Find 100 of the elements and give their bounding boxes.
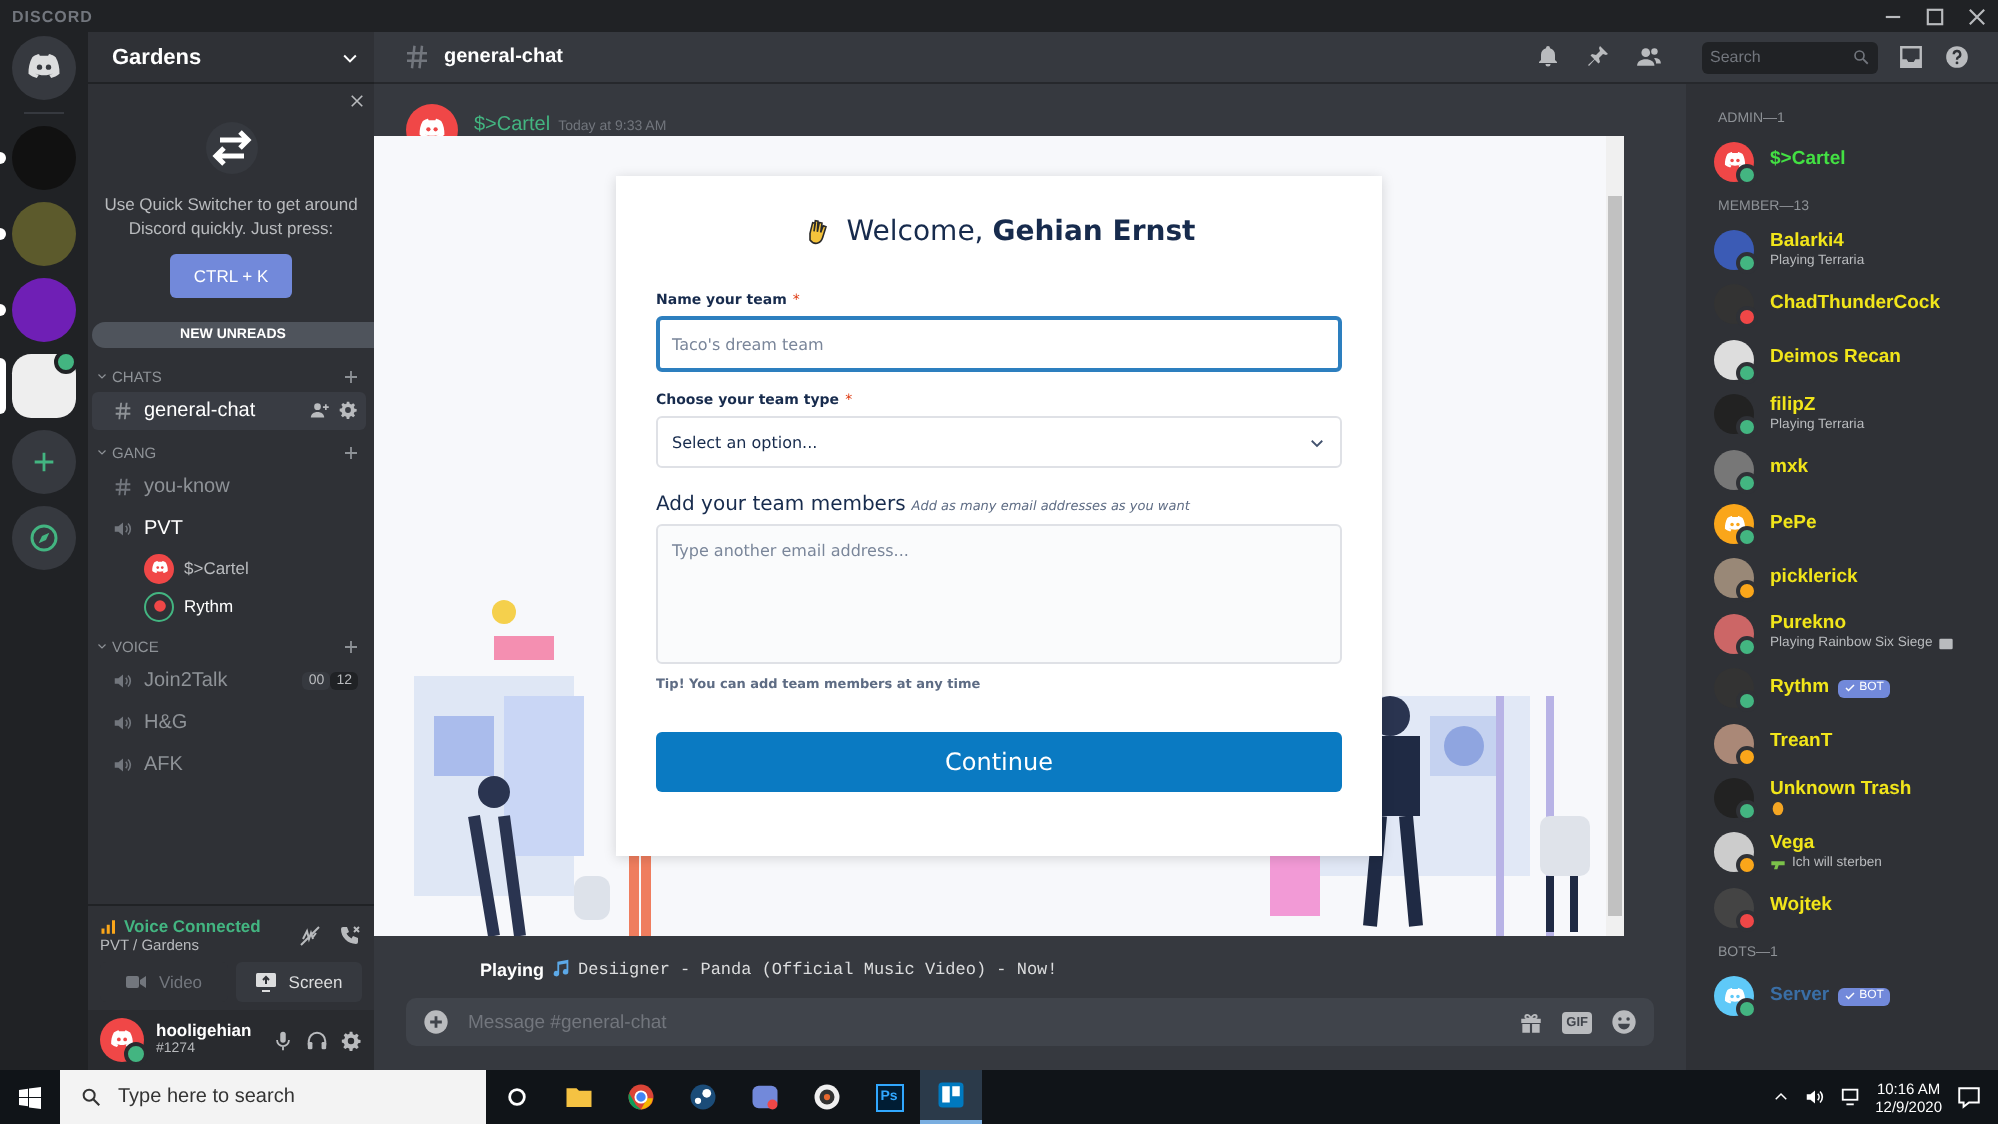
member-name[interactable]: Purekno — [1770, 614, 1847, 637]
voice-user-name[interactable]: Rythm — [184, 596, 234, 617]
notification-icon[interactable] — [1956, 1084, 1982, 1110]
music-note-icon — [550, 958, 573, 980]
plus-icon[interactable] — [342, 637, 360, 656]
add-attachment-icon[interactable] — [422, 1008, 450, 1036]
plus-icon[interactable] — [342, 443, 360, 462]
noise-suppression-icon[interactable] — [298, 923, 322, 947]
hash-icon — [402, 42, 432, 72]
channel-item[interactable]: H&G — [92, 703, 366, 742]
search-icon — [80, 1086, 102, 1108]
channel-title: general-chat — [444, 46, 565, 68]
chevron-down-icon — [96, 446, 108, 459]
home-button[interactable] — [12, 36, 76, 100]
field-label: Add your team members — [656, 494, 906, 516]
check-icon — [1843, 682, 1856, 695]
volume-icon[interactable] — [1803, 1086, 1826, 1108]
explore-button[interactable] — [12, 506, 76, 570]
channel-item[interactable]: general-chat — [92, 391, 366, 430]
inbox-icon[interactable] — [1898, 44, 1924, 70]
member-avatar[interactable] — [1714, 723, 1754, 764]
taskbar-search-field[interactable]: Type here to search — [60, 1070, 486, 1124]
server-icon[interactable] — [12, 354, 76, 418]
member-name[interactable]: Deimos Recan — [1770, 348, 1901, 371]
member-avatar[interactable] — [1714, 976, 1754, 1017]
playing-label: Playing — [480, 959, 545, 979]
channel-item[interactable]: you-know — [92, 467, 366, 506]
notification-bell-icon[interactable] — [1536, 44, 1560, 68]
taskbar-app-button[interactable] — [920, 1070, 982, 1124]
track-title: Desiigner - Panda (Official Music Video) - Now! — [578, 959, 1058, 979]
cortana-circle-icon[interactable] — [506, 1086, 528, 1108]
member-avatar[interactable] — [1714, 339, 1754, 380]
emoji-icon[interactable] — [1610, 1008, 1638, 1036]
search-field[interactable]: Search — [1702, 41, 1878, 73]
username: hooligehian — [156, 1022, 254, 1042]
member-name[interactable]: Wojtek — [1770, 896, 1832, 919]
close-icon[interactable] — [348, 92, 366, 110]
disconnect-icon[interactable] — [338, 923, 362, 947]
member-avatar[interactable] — [1714, 504, 1754, 545]
member-name[interactable]: $>Cartel — [1770, 150, 1846, 173]
member-name[interactable]: mxk — [1770, 458, 1809, 481]
hash-icon — [112, 399, 134, 422]
gift-icon[interactable] — [1518, 1009, 1545, 1035]
pin-icon[interactable] — [1586, 44, 1610, 68]
team-type-dropdown[interactable]: Select an option... — [656, 416, 1342, 468]
continue-button[interactable]: Continue — [656, 732, 1342, 792]
add-server-button[interactable] — [12, 430, 76, 494]
speaker-icon — [112, 517, 134, 540]
trello-icon — [936, 1080, 966, 1110]
speaker-icon — [112, 753, 134, 776]
member-name[interactable]: Balarki4 — [1770, 231, 1844, 254]
member-avatar[interactable] — [1714, 558, 1754, 599]
screen-share-button[interactable]: Screen — [235, 962, 362, 1002]
folder-icon — [564, 1082, 594, 1112]
check-icon — [1843, 990, 1856, 1003]
member-name[interactable]: Rythm — [1770, 677, 1830, 700]
voice-status: Voice Connected — [124, 916, 261, 936]
member-avatar[interactable] — [1714, 394, 1754, 435]
member-avatar[interactable] — [1714, 777, 1754, 818]
member-name[interactable]: picklerick — [1770, 567, 1858, 590]
chevron-down-icon — [96, 370, 108, 383]
user-avatar[interactable] — [100, 1018, 144, 1062]
quick-switcher-text: Use Quick Switcher to get around Discord quickly. Just press: — [102, 192, 360, 242]
member-avatar[interactable] — [1714, 141, 1754, 182]
app-title: DISCORD — [12, 7, 93, 25]
compass-icon — [28, 522, 60, 554]
settings-icon[interactable] — [338, 400, 358, 421]
hash-icon — [112, 475, 134, 498]
maximize-icon[interactable] — [1926, 7, 1944, 25]
member-list-icon[interactable] — [1636, 44, 1662, 70]
team-name-field[interactable]: Taco's dream team — [656, 316, 1342, 372]
scrollbar[interactable] — [1606, 136, 1624, 936]
channel-item[interactable]: AFK — [92, 745, 366, 784]
member-avatar[interactable] — [1714, 832, 1754, 873]
member-name[interactable]: TreanT — [1770, 732, 1833, 755]
add-person-icon[interactable] — [310, 400, 330, 421]
member-name[interactable]: Vega — [1770, 833, 1815, 856]
channel-item[interactable]: PVT — [92, 509, 366, 548]
message-author[interactable]: $>Cartel — [474, 114, 551, 136]
voice-user-name[interactable]: $>Cartel — [184, 558, 249, 579]
close-icon[interactable] — [1968, 7, 1986, 25]
member-name[interactable]: ChadThunderCock — [1770, 294, 1940, 316]
camera-icon — [124, 970, 149, 994]
help-icon[interactable] — [1944, 44, 1970, 70]
windows-start-icon[interactable] — [18, 1085, 42, 1109]
member-name[interactable]: filipZ — [1770, 395, 1816, 418]
screen-icon — [254, 970, 279, 994]
settings-icon[interactable] — [340, 1029, 362, 1051]
member-name[interactable]: Unknown Trash — [1770, 779, 1912, 801]
email-field[interactable]: Type another email address... — [656, 524, 1342, 664]
caret-up-icon[interactable] — [1771, 1088, 1790, 1106]
member-name[interactable]: PePe — [1770, 513, 1817, 535]
microphone-icon[interactable] — [272, 1029, 294, 1051]
music-player-icon — [812, 1082, 842, 1112]
network-icon[interactable] — [1839, 1086, 1862, 1108]
search-icon — [1852, 48, 1870, 66]
server-title[interactable]: Gardens — [112, 45, 202, 69]
plus-icon[interactable] — [342, 367, 360, 386]
speaker-icon — [112, 669, 134, 692]
headphones-icon[interactable] — [306, 1029, 328, 1051]
